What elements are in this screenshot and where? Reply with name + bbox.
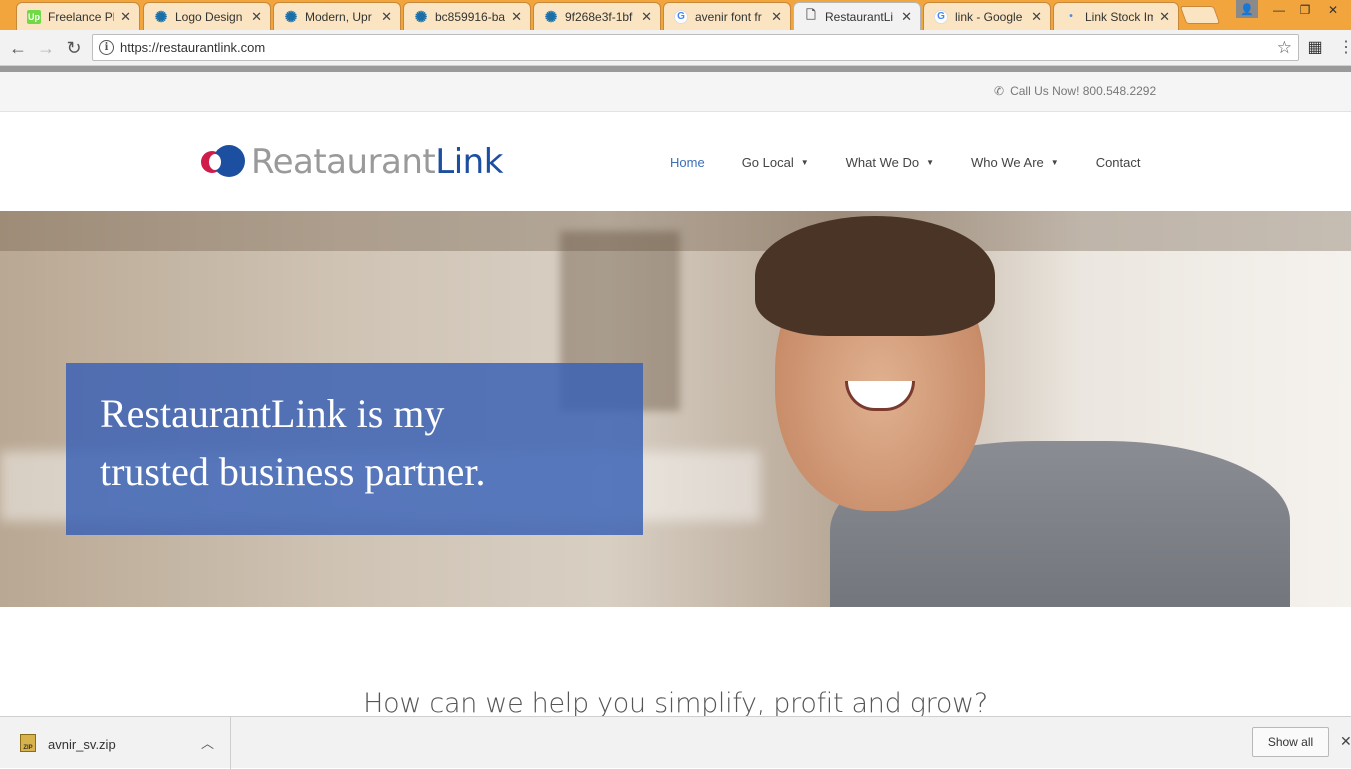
tab-avenir-font[interactable]: G avenir font fr ✕ [663,2,791,30]
site-logo[interactable]: ReataurantLink [201,142,503,182]
tab-title: Freelance Ph [48,9,115,24]
nav-label: What We Do [845,154,920,170]
google-icon: G [934,9,948,24]
caret-down-icon: ▼ [926,157,935,167]
zip-file-icon: ZIP [20,734,36,752]
reload-icon[interactable]: ↻ [62,36,86,60]
tab-title: Link Stock Im [1085,9,1154,24]
tab-title: 9f268e3f-1bf [565,9,633,24]
star-burst-icon: ✺ [544,8,558,26]
hero-quote-box: RestaurantLink is my trusted business pa… [66,363,643,535]
bookmark-star-icon[interactable]: ☆ [1277,38,1292,58]
tab-title: Modern, Upr [305,9,372,24]
nav-label: Home [670,154,705,170]
extension-icon[interactable]: ▦ [1306,38,1324,56]
tab-modern[interactable]: ✺ Modern, Upr ✕ [273,2,401,30]
google-icon: G [674,9,688,24]
back-arrow-icon[interactable]: ← [6,36,30,60]
tab-freelance[interactable]: Up Freelance Ph ✕ [16,2,140,30]
hero-line-1: RestaurantLink is my [100,391,445,436]
hero-banner: RestaurantLink is my trusted business pa… [0,211,1351,607]
tab-title: bc859916-ba [435,9,506,24]
close-icon[interactable]: ✕ [901,9,912,25]
tab-9f268e3f[interactable]: ✺ 9f268e3f-1bf ✕ [533,2,661,30]
close-icon[interactable]: ✕ [120,9,131,25]
contact-bar: ✆ Call Us Now! 800.548.2292 [0,72,1351,112]
nav-what-we-do[interactable]: What We Do ▼ [846,155,934,170]
close-icon[interactable]: ✕ [1159,9,1170,25]
dot-icon: • [1069,11,1073,22]
nav-label: Who We Are [971,154,1044,170]
logo-mark-icon [201,144,247,180]
caret-down-icon: ▼ [800,157,809,167]
forward-arrow-icon[interactable]: → [34,36,58,60]
chevron-up-icon[interactable]: ︿ [201,733,214,752]
minimize-icon[interactable]: — [1266,0,1292,20]
download-item[interactable]: ZIP avnir_sv.zip ︿ [0,717,231,769]
upwork-icon: Up [27,9,41,24]
show-all-button[interactable]: Show all [1252,727,1329,757]
phone-icon: ✆ [994,84,1005,98]
window-close-icon[interactable]: ✕ [1320,0,1346,20]
tab-title: link - Google [955,9,1023,24]
close-icon[interactable]: ✕ [1340,733,1351,750]
nav-contact[interactable]: Contact [1096,155,1141,170]
section-heading: How can we help you simplify, profit and… [363,688,988,719]
new-tab-button[interactable] [1179,6,1221,24]
address-bar[interactable]: i https://restaurantlink.com ☆ [92,34,1299,61]
close-icon[interactable]: ✕ [511,9,522,25]
tab-bc859916[interactable]: ✺ bc859916-ba ✕ [403,2,531,30]
star-burst-icon: ✺ [284,8,298,26]
tab-logo-design[interactable]: ✺ Logo Design ✕ [143,2,271,30]
nav-label: Go Local [741,154,794,170]
nav-home[interactable]: Home [670,155,705,170]
menu-icon[interactable]: ⋮ [1338,37,1351,57]
logo-text: ReataurantLink [251,142,503,182]
tab-restaurantlink[interactable]: 🗋 RestaurantLi ✕ [793,2,921,30]
nav-who-we-are[interactable]: Who We Are ▼ [971,155,1059,170]
tab-title: RestaurantLi [825,9,894,24]
nav-label: Contact [1095,154,1141,170]
download-filename: avnir_sv.zip [48,737,116,752]
caret-down-icon: ▼ [1050,157,1059,167]
profile-icon[interactable]: 👤 [1236,0,1258,18]
hero-quote: RestaurantLink is my trusted business pa… [100,385,620,501]
tab-link-google[interactable]: G link - Google ✕ [923,2,1051,30]
close-icon[interactable]: ✕ [641,9,652,25]
info-icon[interactable]: i [99,40,114,55]
close-icon[interactable]: ✕ [1031,9,1042,25]
browser-toolbar: ← → ↻ i https://restaurantlink.com ☆ [0,30,1351,66]
close-icon[interactable]: ✕ [251,9,262,25]
hero-line-2: trusted business partner. [100,449,486,494]
tab-title: Logo Design [175,9,243,24]
nav-go-local[interactable]: Go Local ▼ [742,155,809,170]
main-nav: Home Go Local ▼ What We Do ▼ Who We Are … [670,152,1178,172]
restore-icon[interactable]: ❐ [1292,0,1318,20]
tab-link-stock[interactable]: • Link Stock Im ✕ [1053,2,1179,30]
close-icon[interactable]: ✕ [771,9,782,25]
call-us[interactable]: ✆ Call Us Now! 800.548.2292 [994,84,1156,98]
star-burst-icon: ✺ [154,8,168,26]
tab-title: avenir font fr [695,9,762,24]
call-us-text: Call Us Now! 800.548.2292 [1010,84,1157,98]
tab-strip: Up Freelance Ph ✕ ✺ Logo Design ✕ ✺ Mode… [0,0,1351,30]
star-burst-icon: ✺ [414,8,428,26]
download-shelf: ZIP avnir_sv.zip ︿ Show all ✕ [0,716,1351,769]
close-icon[interactable]: ✕ [381,9,392,25]
url-text[interactable]: https://restaurantlink.com [120,40,265,55]
site-header: ReataurantLink Home Go Local ▼ What We D… [0,112,1351,211]
document-icon: 🗋 [806,8,816,22]
